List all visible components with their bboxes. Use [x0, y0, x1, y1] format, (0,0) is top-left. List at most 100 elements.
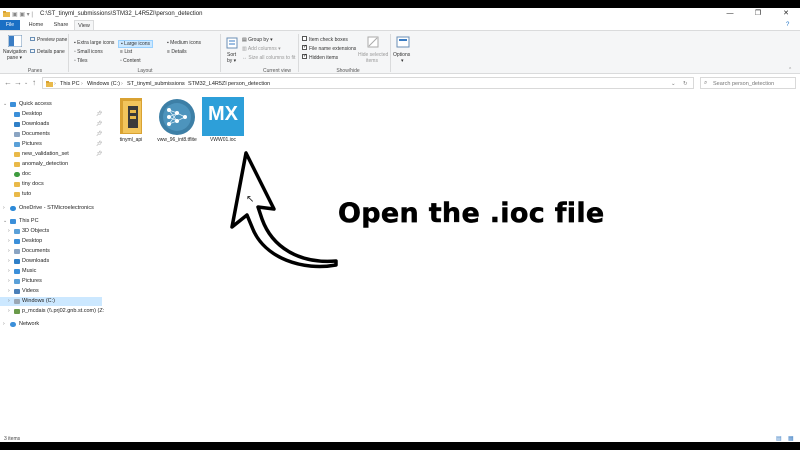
quick-access-toolbar-icons[interactable]: ▣ ▣ ▾ |: [12, 11, 33, 18]
tflite-model-icon: [158, 98, 196, 138]
breadcrumb-chevron-icon[interactable]: ›: [81, 81, 83, 87]
nav-3d-objects[interactable]: › 3D Objects: [0, 227, 102, 236]
search-box[interactable]: ⌕: [700, 77, 796, 89]
file-list: tinyml_api vww_96_int8.tflite MX VWW01.i…: [104, 94, 800, 436]
nav-pictures[interactable]: Pictures 📌︎: [0, 140, 102, 149]
nav-desktop[interactable]: Desktop 📌︎: [0, 110, 102, 119]
breadcrumb-st-tinyml-submissions[interactable]: ST_tinyml_submissions: [127, 81, 185, 87]
videos-icon: [14, 289, 20, 294]
pin-icon: 📌︎: [96, 111, 103, 117]
annotation-arrow: [230, 151, 338, 269]
nav-pc-downloads[interactable]: › Downloads: [0, 257, 102, 266]
options-dropdown-chevron[interactable]: ▾: [401, 58, 404, 64]
pictures-icon: [14, 279, 20, 284]
pin-icon: 📌︎: [96, 121, 103, 127]
tab-share[interactable]: Share: [50, 20, 72, 30]
nav-downloads[interactable]: Downloads 📌︎: [0, 120, 102, 129]
computer-icon: [10, 219, 16, 224]
collapse-ribbon-icon[interactable]: ⌃: [788, 67, 792, 73]
back-arrow-icon[interactable]: ←: [4, 78, 12, 87]
up-arrow-icon[interactable]: ↑: [32, 78, 36, 87]
details-pane-button[interactable]: Details pane: [30, 49, 65, 55]
nav-pc-documents[interactable]: › Documents: [0, 247, 102, 256]
layout-medium-icons[interactable]: ▪ Medium icons: [167, 40, 201, 46]
hidden-items-toggle[interactable]: Hidden items: [302, 53, 338, 61]
layout-list[interactable]: ≡ List: [120, 49, 132, 55]
folder-icon: [14, 152, 20, 157]
address-dropdown-icon[interactable]: ⌄: [671, 81, 676, 87]
help-icon[interactable]: ?: [786, 22, 789, 28]
layout-extra-large-icons[interactable]: ▪ Extra large icons: [74, 40, 114, 46]
layout-details[interactable]: ≡ Details: [167, 49, 187, 55]
preview-pane-button[interactable]: Preview pane: [30, 37, 67, 43]
tab-view[interactable]: View: [74, 20, 94, 30]
breadcrumb-windows-c[interactable]: Windows (C:): [87, 81, 120, 87]
address-path[interactable]: › This PC › Windows (C:) › ST_tinyml_sub…: [42, 77, 694, 89]
breadcrumb-person-detection[interactable]: person_detection: [228, 81, 270, 87]
item-count: 3 items: [4, 436, 21, 442]
folder-icon: [118, 98, 146, 136]
minimize-button[interactable]: —: [716, 8, 744, 20]
folder-icon: [14, 162, 20, 167]
stm32cubemx-icon: MX: [202, 97, 244, 136]
tab-file[interactable]: File: [0, 20, 20, 30]
details-view-icon[interactable]: ▤: [776, 435, 782, 442]
desktop-icon: [14, 239, 20, 244]
search-input[interactable]: [713, 80, 793, 88]
nav-new-validation-set[interactable]: new_validation_set 📌︎: [0, 150, 102, 159]
network-drive-icon: [14, 309, 20, 314]
nav-music[interactable]: › Music: [0, 267, 102, 276]
file-name-extensions-toggle[interactable]: File name extensions: [302, 44, 356, 52]
nav-network-drive-z[interactable]: › p_mcdais (\\.prj02.gnb.st.com) (Z:): [0, 307, 106, 316]
nav-tuto[interactable]: tuto: [0, 190, 102, 199]
breadcrumb-chevron-icon[interactable]: ›: [222, 81, 224, 87]
ribbon-separator: [220, 34, 221, 72]
layout-small-icons[interactable]: ▫ Small icons: [74, 49, 103, 55]
layout-large-icons[interactable]: ▪ Large icons: [118, 40, 154, 48]
pin-icon: 📌︎: [96, 131, 103, 137]
mouse-cursor-icon: ↖: [246, 194, 255, 205]
nav-pc-desktop[interactable]: › Desktop: [0, 237, 102, 246]
address-bar: ← → ⌄ ↑ › This PC › Windows (C:) › ST_ti…: [0, 74, 800, 92]
file-item-tinyml-api[interactable]: tinyml_api: [108, 96, 154, 146]
nav-documents[interactable]: Documents 📌︎: [0, 130, 102, 139]
nav-videos[interactable]: › Videos: [0, 287, 102, 296]
breadcrumb-chevron-icon[interactable]: ›: [121, 81, 123, 87]
nav-quick-access[interactable]: ⌄ Quick access: [0, 100, 102, 109]
tab-home[interactable]: Home: [24, 20, 48, 30]
address-folder-icon: [46, 81, 53, 89]
callout-text: Open the .ioc file: [338, 198, 605, 230]
forward-arrow-icon[interactable]: →: [14, 78, 22, 87]
breadcrumb-chevron-icon[interactable]: ›: [54, 81, 56, 87]
group-by-button[interactable]: ▤ Group by ▾: [242, 37, 273, 43]
large-icons-view-icon[interactable]: ▦: [788, 435, 794, 442]
breadcrumb-stm32-l4r5zi[interactable]: STM32_L4R5ZI: [188, 81, 227, 87]
documents-icon: [14, 132, 20, 137]
drive-icon: [14, 299, 20, 304]
nav-network[interactable]: › Network: [0, 320, 102, 329]
hide-selected-label2: items: [366, 58, 378, 64]
maximize-button[interactable]: ❐: [744, 8, 772, 20]
nav-this-pc[interactable]: ⌄ This PC: [0, 217, 102, 226]
nav-doc[interactable]: doc: [0, 170, 102, 179]
item-check-boxes-toggle[interactable]: Item check boxes: [302, 36, 348, 43]
recent-locations-chevron-icon[interactable]: ⌄: [24, 80, 28, 86]
nav-anomaly-detection[interactable]: anomaly_detection: [0, 160, 102, 169]
folder-icon: [14, 182, 20, 187]
ribbon-separator: [68, 34, 69, 72]
breadcrumb-chevron-icon[interactable]: ›: [182, 81, 184, 87]
file-item-vww-tflite[interactable]: vww_96_int8.tflite: [154, 96, 200, 152]
navigation-pane-label2: pane ▾: [7, 55, 23, 61]
ribbon-tabs: File Home Share View ?: [0, 20, 800, 30]
size-all-columns-button[interactable]: ↔ Size all columns to fit: [242, 55, 295, 61]
nav-windows-c[interactable]: › Windows (C:): [0, 297, 102, 306]
nav-pc-pictures[interactable]: › Pictures: [0, 277, 102, 286]
breadcrumb-this-pc[interactable]: This PC: [60, 81, 80, 87]
add-columns-button[interactable]: ▥ Add columns ▾: [242, 46, 281, 52]
refresh-icon[interactable]: ↻: [683, 81, 688, 87]
nav-tiny-docs[interactable]: tiny docs: [0, 180, 102, 189]
close-button[interactable]: ✕: [772, 8, 800, 20]
layout-content[interactable]: ▫ Content: [120, 58, 141, 64]
nav-onedrive[interactable]: › OneDrive - STMicroelectronics: [0, 204, 102, 213]
layout-tiles[interactable]: ▫ Tiles: [74, 58, 87, 64]
